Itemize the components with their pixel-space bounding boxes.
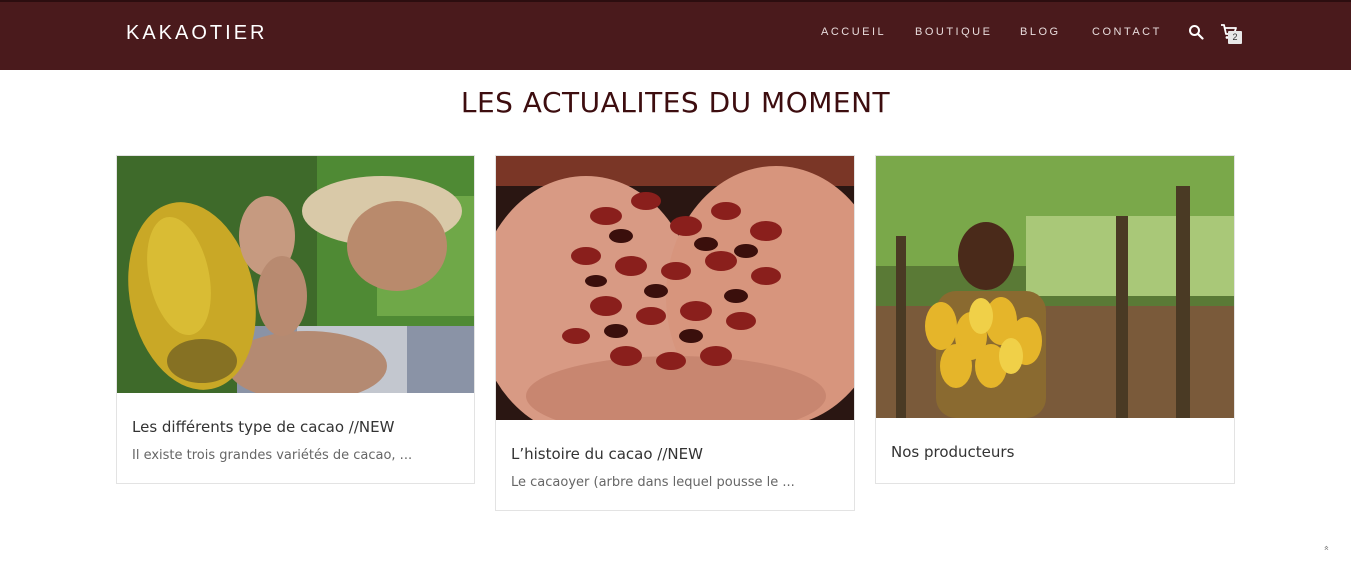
scroll-to-top-button[interactable]: » [1322, 545, 1332, 551]
nav-item-boutique[interactable]: BOUTIQUE [915, 26, 992, 38]
post-image-cacao-beans[interactable] [496, 156, 854, 420]
post-image-cacao-pod[interactable] [117, 156, 474, 393]
nav-item-accueil[interactable]: ACCUEIL [821, 26, 886, 38]
nav-item-blog[interactable]: BLOG [1020, 26, 1061, 38]
post-card[interactable]: L’histoire du cacao //NEW Le cacaoyer (a… [495, 155, 855, 511]
post-card[interactable]: Nos producteurs [875, 155, 1235, 484]
section-heading: LES ACTUALITES DU MOMENT [460, 86, 891, 119]
post-excerpt: Le cacaoyer (arbre dans lequel pousse le… [511, 475, 795, 490]
post-title[interactable]: L’histoire du cacao //NEW [511, 445, 703, 463]
cart-count-badge: 2 [1228, 31, 1242, 44]
post-card[interactable]: Les différents type de cacao //NEW Il ex… [116, 155, 475, 484]
site-logo[interactable]: KAKAOTIER [126, 22, 267, 45]
nav-item-contact[interactable]: CONTACT [1092, 26, 1162, 38]
post-title[interactable]: Les différents type de cacao //NEW [132, 418, 394, 436]
post-title[interactable]: Nos producteurs [891, 443, 1014, 461]
post-image-producer[interactable] [876, 156, 1234, 418]
post-excerpt: Il existe trois grandes variétés de caca… [132, 448, 413, 463]
search-icon[interactable] [1188, 24, 1204, 40]
